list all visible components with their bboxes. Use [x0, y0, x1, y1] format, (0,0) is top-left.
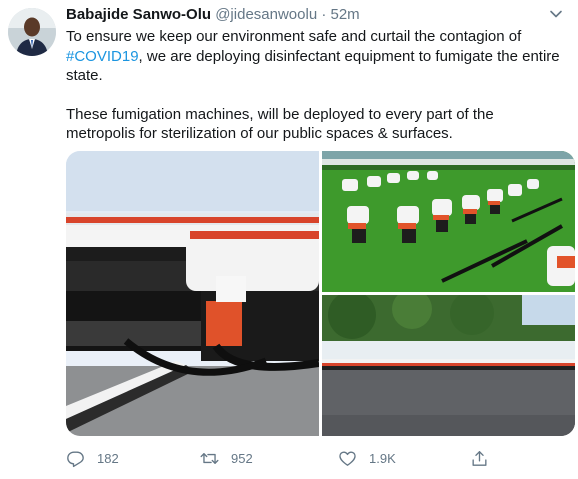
tweet-header: Babajide Sanwo-Olu @jidesanwoolu · 52m	[66, 4, 360, 26]
tweet-text-part: , we are deploying disinfectant equipmen…	[66, 47, 560, 85]
timestamp[interactable]: 52m	[331, 6, 360, 23]
author-name[interactable]: Babajide Sanwo-Olu	[66, 6, 211, 23]
photo-lawn[interactable]	[322, 151, 575, 292]
photo-image	[322, 295, 575, 436]
share-button[interactable]	[470, 446, 489, 470]
tweet-paragraph-2: These fumigation machines, will be deplo…	[66, 105, 494, 143]
profile-photo	[8, 8, 56, 56]
tweet-text-part: To ensure we keep our environment safe a…	[66, 28, 522, 45]
tweet[interactable]: Babajide Sanwo-Olu @jidesanwoolu · 52m T…	[0, 0, 578, 479]
retweet-icon	[200, 452, 219, 464]
photo-closeup[interactable]	[66, 151, 319, 436]
separator: ·	[321, 6, 327, 23]
like-count: 1.9K	[369, 450, 396, 466]
retweet-button[interactable]: 952	[200, 446, 253, 470]
share-icon	[472, 450, 487, 466]
chevron-down-icon[interactable]	[548, 6, 564, 22]
photo-wall[interactable]	[322, 295, 575, 436]
photo-image	[66, 151, 319, 436]
tweet-text: To ensure we keep our environment safe a…	[66, 27, 566, 144]
hashtag-link[interactable]: #COVID19	[66, 48, 139, 65]
tweet-actions: 182 952 1.9K	[66, 446, 566, 470]
tweet-paragraph-1: To ensure we keep our environment safe a…	[66, 27, 566, 86]
reply-count: 182	[97, 450, 119, 466]
heart-icon	[339, 450, 356, 466]
avatar[interactable]	[8, 8, 56, 56]
reply-button[interactable]: 182	[66, 446, 119, 470]
reply-icon	[67, 450, 84, 467]
like-button[interactable]: 1.9K	[338, 446, 396, 470]
media-grid[interactable]	[66, 151, 575, 436]
photo-image	[322, 151, 575, 292]
author-handle[interactable]: @jidesanwoolu	[215, 6, 317, 23]
retweet-count: 952	[231, 450, 253, 466]
